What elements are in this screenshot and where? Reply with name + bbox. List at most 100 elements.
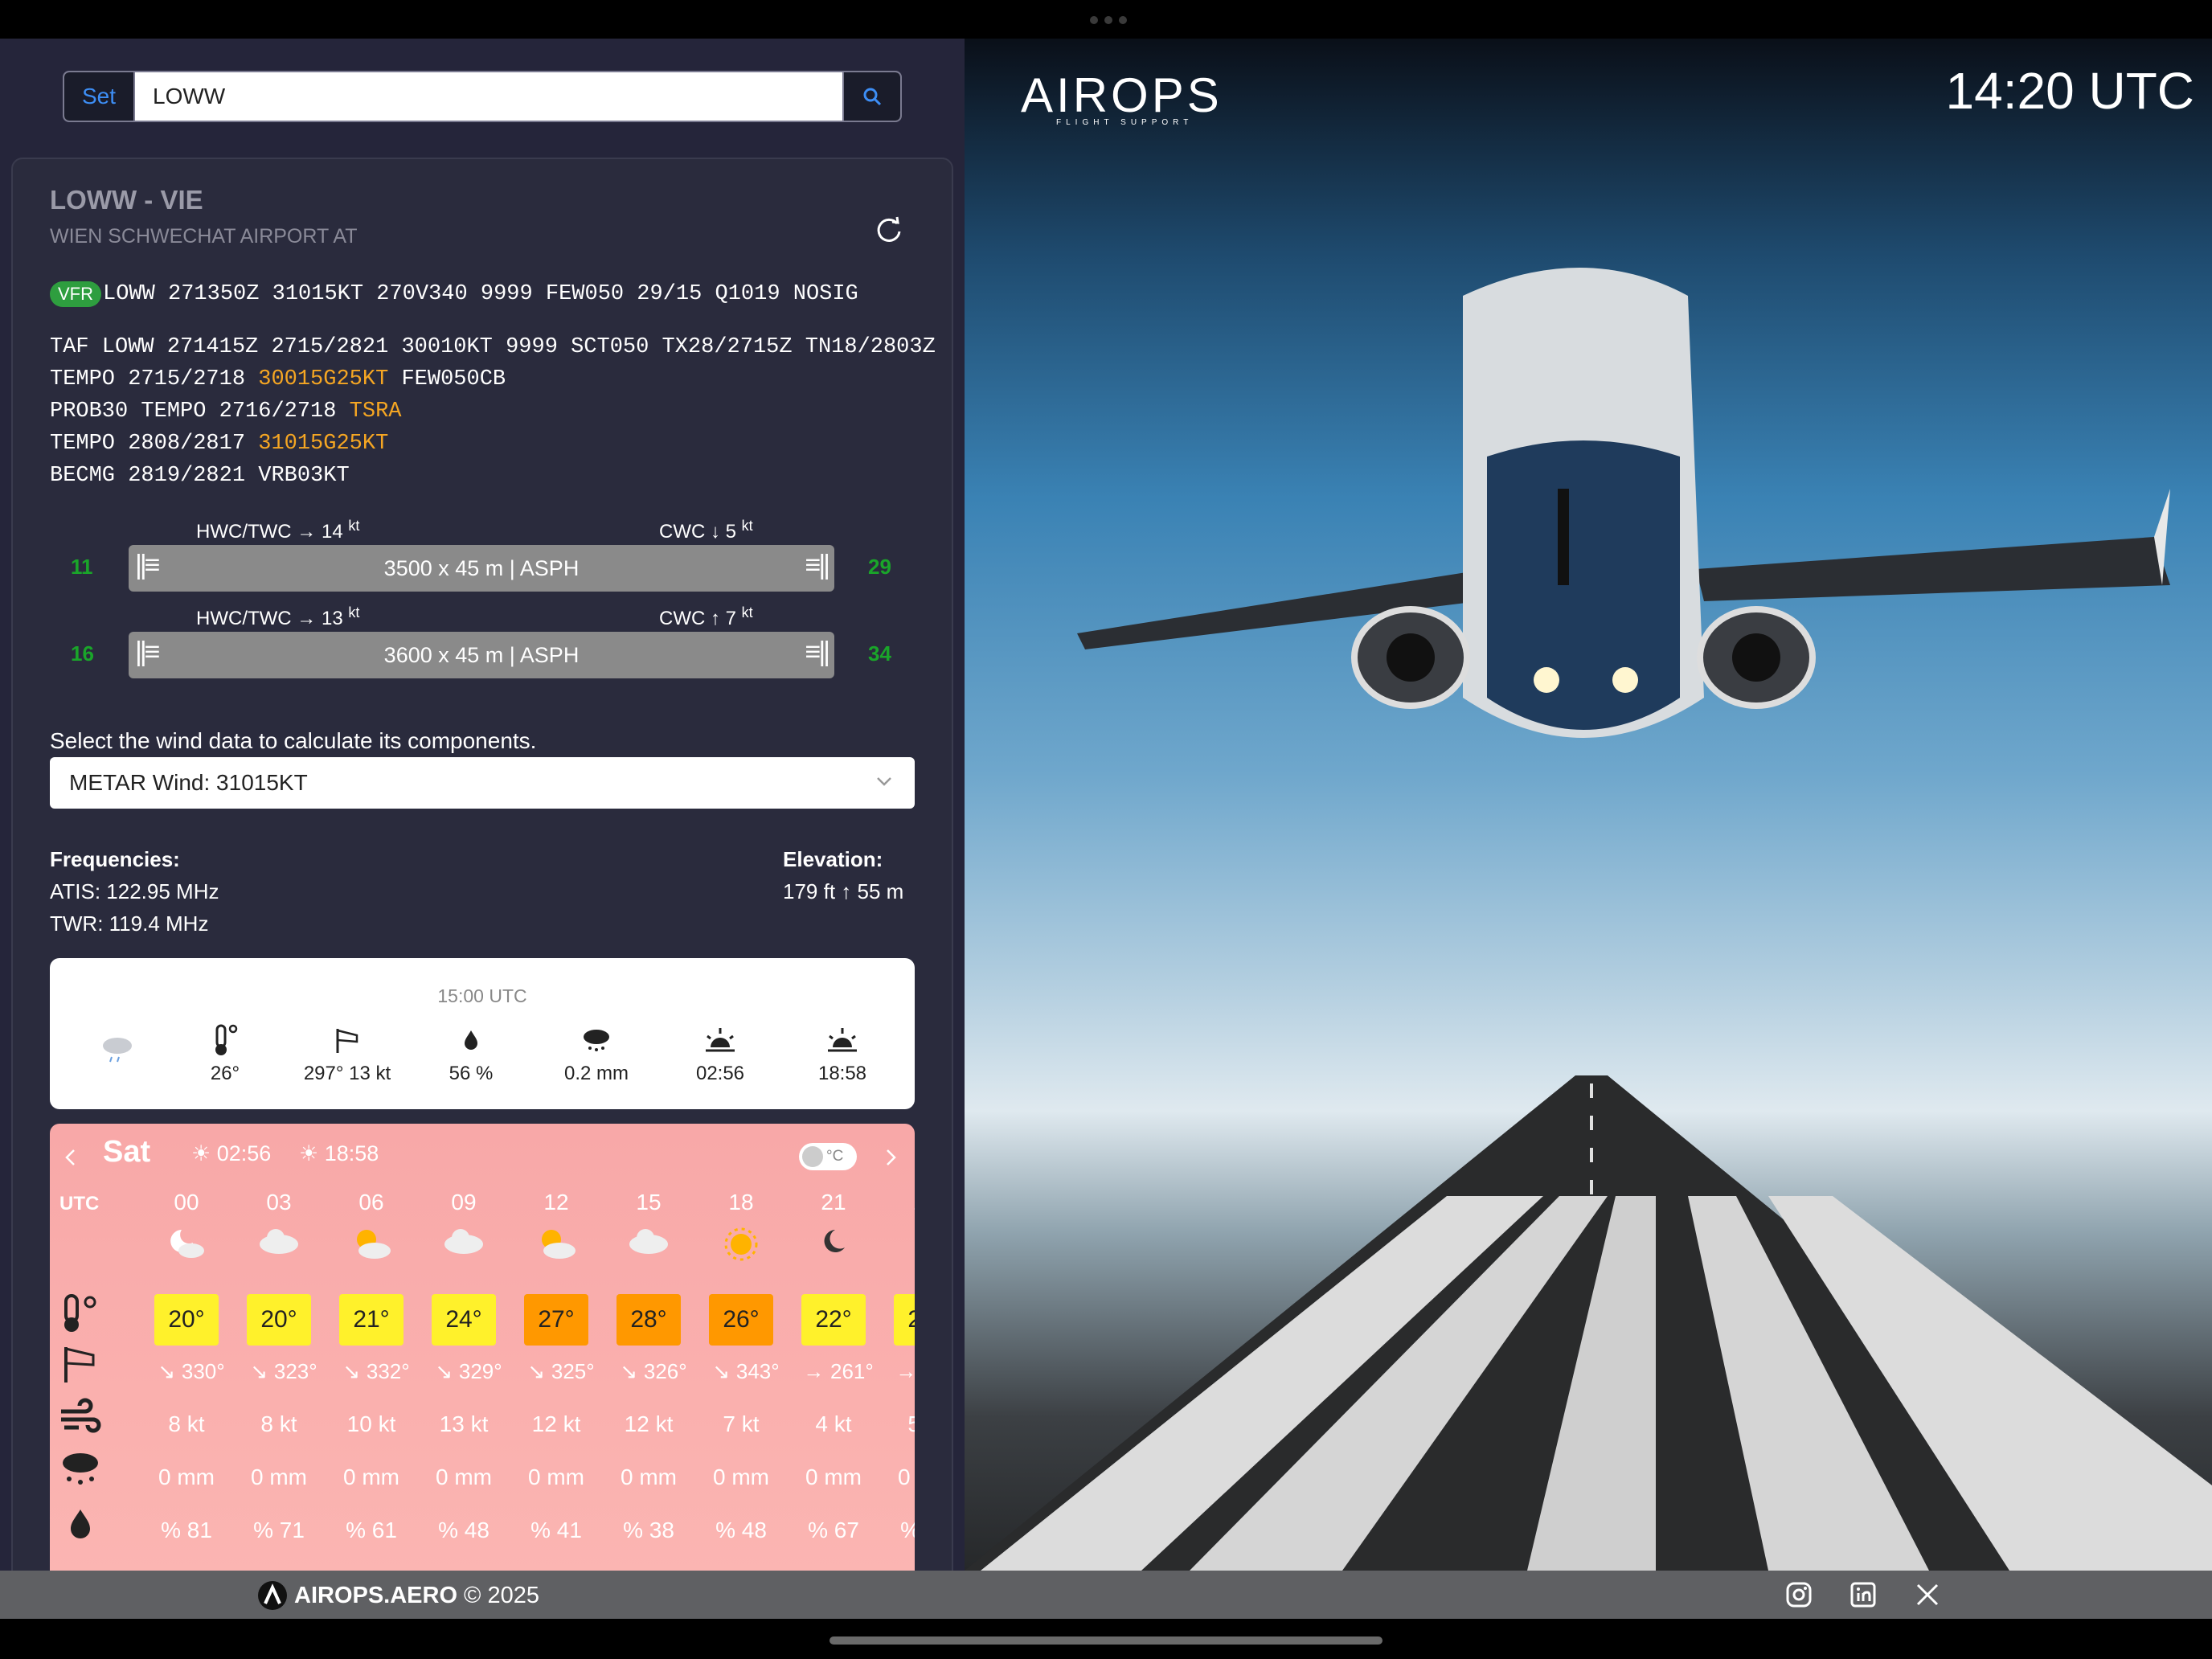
instagram-icon[interactable] — [1784, 1580, 1813, 1609]
rain-cloud-icon — [103, 1038, 132, 1063]
forecast-temperature: 24° — [432, 1294, 496, 1346]
current-temperature: 26° — [169, 1018, 281, 1085]
metar-line: VFR LOWW 271350Z 31015KT 270V340 9999 FE… — [50, 281, 858, 307]
forecast-wind-direction: ↘ 332° — [342, 1359, 410, 1383]
forecast-temperature: 22° — [801, 1294, 866, 1346]
runway-2-hwc: HWC/TWC → 13 kt — [196, 604, 360, 629]
forecast-hour: 00 — [174, 1190, 199, 1215]
rain-icon — [584, 1030, 609, 1051]
wind-data-select[interactable]: METAR Wind: 31015KT — [50, 757, 915, 809]
forecast-temperature: 20° — [247, 1294, 311, 1346]
forecast-day: Sat — [103, 1135, 151, 1169]
forecast-humidity: % 67 — [808, 1518, 859, 1542]
footer-brand[interactable]: AIROPS.AERO © 2025 — [257, 1580, 539, 1611]
forecast-humidity: % 71 — [253, 1518, 305, 1542]
runway-11-label: 11 — [71, 555, 93, 579]
forecast-hour: 06 — [358, 1190, 384, 1215]
forecast-precipitation: 0 mm — [158, 1464, 215, 1489]
forecast-precipitation: 0 mm — [343, 1464, 399, 1489]
home-indicator[interactable] — [830, 1636, 1382, 1645]
chevron-right-icon[interactable] — [883, 1148, 899, 1167]
hero-image: AIROPS FLIGHT SUPPORT 14:20 UTC — [965, 39, 2212, 1571]
elevation-heading: Elevation: — [783, 847, 883, 871]
forecast-temperature: 28° — [616, 1294, 681, 1346]
windsock-icon — [336, 1029, 358, 1053]
runway-16-34-bar: ||≡ 3600 x 45 m | ASPH ≡|| — [129, 632, 834, 678]
current-sunset: 18:58 — [786, 1018, 899, 1085]
forecast-hour: 23 — [886, 1190, 915, 1215]
forecast-hour: 21 — [821, 1190, 846, 1215]
set-button[interactable]: Set — [64, 72, 135, 121]
forecast-precipitation: 0 mm — [805, 1464, 862, 1489]
forecast-wind-speed: 12 kt — [531, 1411, 581, 1436]
current-sunrise: 02:56 — [664, 1018, 776, 1085]
forecast-hour: 18 — [728, 1190, 754, 1215]
forecast-wind-direction: → 261° — [803, 1359, 874, 1383]
runway-29-label: 29 — [868, 555, 891, 579]
current-humidity: 56 % — [415, 1018, 527, 1085]
refresh-icon[interactable] — [873, 214, 905, 246]
atis-frequency: ATIS: 122.95 MHz — [50, 879, 219, 903]
search-button[interactable] — [842, 72, 900, 121]
x-twitter-icon[interactable] — [1913, 1580, 1942, 1609]
forecast-wind-direction: ↘ 343° — [712, 1359, 780, 1383]
frequencies-heading: Frequencies: — [50, 847, 180, 871]
runway-11-29-bar: ||≡ 3500 x 45 m | ASPH ≡|| — [129, 545, 834, 592]
metar-text: LOWW 271350Z 31015KT 270V340 9999 FEW050… — [103, 282, 858, 306]
taf-line: TAF LOWW 271415Z 2715/2821 30010KT 9999 … — [50, 335, 936, 359]
airport-code: LOWW - VIE — [50, 185, 203, 215]
current-wind: 297° 13 kt — [291, 1018, 403, 1085]
forecast-wind-direction: ↘ 323° — [250, 1359, 317, 1383]
current-weather-time: 15:00 UTC — [437, 985, 527, 1006]
forecast-sky-night-partly-cloudy-icon — [146, 1225, 227, 1270]
forecast-humidity: % 72 — [886, 1518, 915, 1543]
forecast-wind-speed: 10 kt — [346, 1411, 396, 1436]
forecast-precipitation: 0 mm — [898, 1464, 915, 1489]
forecast-hour: 09 — [451, 1190, 477, 1215]
forecast-sunset: ☀ 18:58 — [299, 1141, 379, 1165]
forecast-hour: 03 — [266, 1190, 292, 1215]
forecast-sky-cloudy-icon — [239, 1225, 319, 1270]
multitasking-dots[interactable] — [1090, 16, 1127, 24]
app-screen: Set LOWW - VIE WIEN SCHWECHAT AIRPORT AT… — [0, 0, 2212, 1659]
forecast-temperature: 27° — [524, 1294, 588, 1346]
forecast-humidity: % 48 — [438, 1518, 490, 1542]
forecast-humidity: % 41 — [530, 1518, 582, 1542]
forecast-sky-partly-sunny-icon — [331, 1225, 412, 1270]
forecast-precipitation: 0 mm — [436, 1464, 492, 1489]
taf-line: BECMG 2819/2821 VRB03KT — [50, 464, 350, 488]
linkedin-icon[interactable] — [1849, 1580, 1878, 1609]
forecast-sunrise: ☀ 02:56 — [191, 1141, 272, 1165]
chevron-left-icon[interactable] — [63, 1148, 79, 1167]
forecast-temperature: 26° — [709, 1294, 773, 1346]
forecast-hour: 15 — [636, 1190, 662, 1215]
forecast-humidity: % 38 — [623, 1518, 674, 1542]
utc-clock: 14:20 UTC — [1945, 62, 2194, 120]
forecast-wind-direction: ↘ 326° — [620, 1359, 687, 1383]
unit-toggle[interactable]: °C — [799, 1143, 857, 1170]
thermometer-icon — [64, 1294, 96, 1332]
forecast-temperature: 21° — [339, 1294, 403, 1346]
taf-line: PROB30 TEMPO 2716/2718 TSRA — [50, 399, 402, 424]
forecast-sky-sunny-icon — [701, 1225, 781, 1270]
forecast-sky-moon-icon — [793, 1225, 874, 1270]
current-weather-card: 15:00 UTC 26° 297° 13 kt 56 % 0.2 mm 02:… — [50, 958, 915, 1109]
forecast-wind-direction: ↘ 325° — [527, 1359, 595, 1383]
sunset-icon — [828, 1028, 857, 1052]
taf-line: TEMPO 2715/2718 30015G25KT FEW050CB — [50, 367, 506, 391]
airport-search-input[interactable] — [135, 72, 842, 121]
utc-label: UTC — [59, 1193, 100, 1215]
forecast-wind-speed: 13 kt — [439, 1411, 489, 1436]
thermometer-icon — [215, 1024, 238, 1055]
forecast-humidity: % 48 — [715, 1518, 767, 1542]
forecast-sky-moon-icon — [886, 1225, 915, 1270]
runway-34-label: 34 — [868, 641, 891, 666]
forecast-precipitation: 0 mm — [251, 1464, 307, 1489]
forecast-wind-direction: ↘ 329° — [435, 1359, 502, 1383]
rain-icon — [63, 1453, 98, 1485]
humidity-drop-icon — [465, 1030, 477, 1050]
forecast-wind-speed: 5 kt — [907, 1411, 915, 1436]
forecast-temperature: 21° — [894, 1294, 915, 1346]
forecast-sky-cloudy-icon — [608, 1225, 689, 1270]
forecast-precipitation: 0 mm — [713, 1464, 769, 1489]
